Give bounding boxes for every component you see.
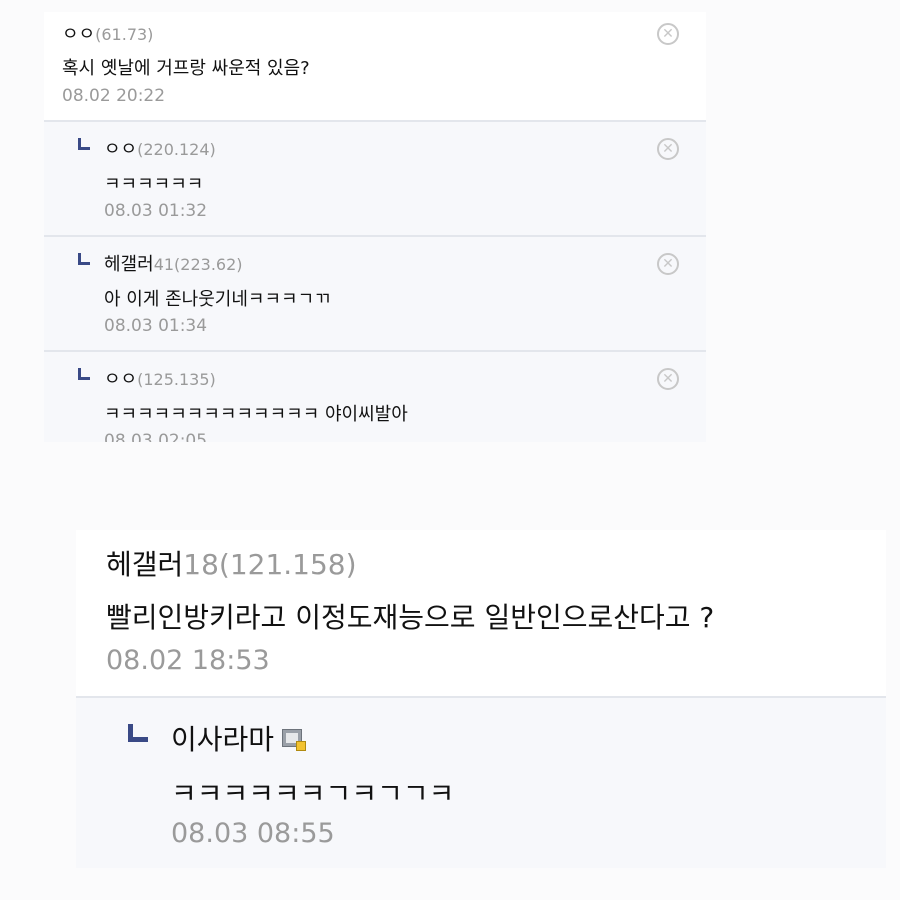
comment-text: 아 이게 존나웃기네ㅋㅋㅋㄱㄲ xyxy=(104,289,331,310)
reply-arrow-icon xyxy=(78,368,90,380)
close-circle-icon[interactable]: ✕ xyxy=(657,23,679,45)
close-circle-icon[interactable]: ✕ xyxy=(657,138,679,160)
comment-divider xyxy=(76,696,886,698)
comment-thread-bottom: 헤갤러18(121.158) 빨리인방키라고 이정도재능으로 일반인으로산다고 … xyxy=(76,530,886,868)
reply-arrow-icon xyxy=(78,138,90,150)
commenter-ip: 18(121.158) xyxy=(183,548,357,581)
commenter-ip: (61.73) xyxy=(95,25,154,44)
commenter-nickname[interactable]: ㅇㅇ xyxy=(104,369,137,390)
close-circle-icon[interactable]: ✕ xyxy=(657,368,679,390)
comment-date: 08.02 18:53 xyxy=(106,645,270,676)
comment-meta: ㅇㅇ(220.124) xyxy=(104,135,216,161)
commenter-nickname[interactable]: ㅇㅇ xyxy=(62,24,95,45)
comment-divider xyxy=(44,120,706,122)
reply-comment-item: 헤갤러41(223.62) 아 이게 존나웃기네ㅋㅋㅋㄱㄲ 08.03 01:3… xyxy=(44,235,706,350)
commenter-nickname[interactable]: 헤갤러 xyxy=(104,254,154,275)
comment-text: ㅋㅋㅋㅋㅋㅋ xyxy=(104,174,204,195)
comment-item: ㅇㅇ(61.73) 혹시 옛날에 거프랑 싸운적 있음? 08.02 20:22… xyxy=(44,12,706,120)
comment-text: 혹시 옛날에 거프랑 싸운적 있음? xyxy=(62,58,310,79)
comment-divider xyxy=(44,350,706,352)
commenter-nickname[interactable]: 이사라마 xyxy=(171,723,274,756)
comment-meta: 헤갤러18(121.158) xyxy=(106,543,357,583)
reply-arrow-icon xyxy=(78,253,90,265)
reply-comment-item: ㅇㅇ(220.124) ㅋㅋㅋㅋㅋㅋ 08.03 01:32 ✕ xyxy=(44,120,706,235)
comment-text: ㅋㅋㅋㅋㅋㅋㅋㅋㅋㅋㅋㅋㅋ 야이씨발아 xyxy=(104,404,408,425)
comment-date: 08.03 01:32 xyxy=(104,201,208,221)
comment-divider xyxy=(44,235,706,237)
commenter-ip: (220.124) xyxy=(137,140,216,159)
comment-date: 08.03 01:34 xyxy=(104,316,208,336)
reply-arrow-icon xyxy=(128,724,148,742)
close-circle-icon[interactable]: ✕ xyxy=(657,253,679,275)
comment-date: 08.03 08:55 xyxy=(171,818,335,849)
reply-comment-item: ㅇㅇ(125.135) ㅋㅋㅋㅋㅋㅋㅋㅋㅋㅋㅋㅋㅋ 야이씨발아 08.03 02… xyxy=(44,350,706,442)
comment-text: ㅋㅋㅋㅋㅋㅋㄱㅋㄱㄱㅋ xyxy=(171,777,455,810)
comment-date: 08.02 20:22 xyxy=(62,86,166,106)
comment-text: 빨리인방키라고 이정도재능으로 일반인으로산다고 ? xyxy=(106,601,715,634)
comment-meta: 헤갤러41(223.62) xyxy=(104,250,243,276)
reply-comment-item: 이사라마 ㅋㅋㅋㅋㅋㅋㄱㅋㄱㄱㅋ 08.03 08:55 xyxy=(76,696,886,868)
commenter-nickname[interactable]: ㅇㅇ xyxy=(104,139,137,160)
commenter-ip: 41(223.62) xyxy=(153,255,243,274)
comment-thread-top: ㅇㅇ(61.73) 혹시 옛날에 거프랑 싸운적 있음? 08.02 20:22… xyxy=(44,12,706,442)
comment-meta: ㅇㅇ(125.135) xyxy=(104,365,216,391)
fixed-nick-badge-icon xyxy=(282,729,307,751)
commenter-nickname[interactable]: 헤갤러 xyxy=(106,548,183,581)
comment-meta: 이사라마 xyxy=(171,718,307,758)
comment-item: 헤갤러18(121.158) 빨리인방키라고 이정도재능으로 일반인으로산다고 … xyxy=(76,530,886,696)
commenter-ip: (125.135) xyxy=(137,370,216,389)
comment-date: 08.03 02:05 xyxy=(104,431,208,442)
comment-meta: ㅇㅇ(61.73) xyxy=(62,20,153,46)
